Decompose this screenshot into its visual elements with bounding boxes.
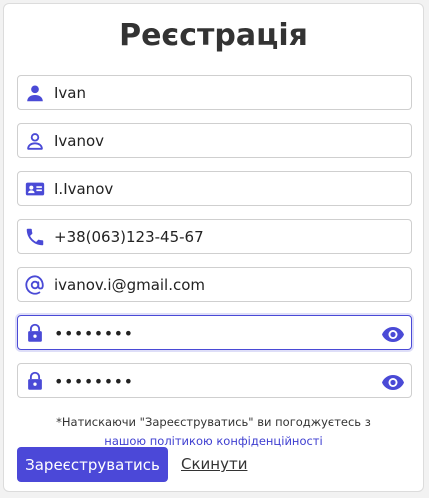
- person-outline-icon: [24, 130, 46, 152]
- confirm-password-value[interactable]: ••••••••: [54, 364, 134, 399]
- privacy-notice: *Натискаючи "Зареєструватись" ви погоджу…: [4, 413, 423, 451]
- eye-icon[interactable]: [381, 370, 405, 394]
- email-field[interactable]: ivanov.i@gmail.com: [17, 267, 412, 302]
- phone-field[interactable]: +38(063)123-45-67: [17, 219, 412, 254]
- privacy-policy-link[interactable]: нашою політикою конфіденційності: [104, 434, 322, 448]
- first-name-field[interactable]: Ivan: [17, 75, 412, 110]
- email-value[interactable]: ivanov.i@gmail.com: [54, 268, 205, 303]
- lock-icon: [24, 370, 46, 392]
- phone-value[interactable]: +38(063)123-45-67: [54, 220, 204, 255]
- at-icon: [24, 274, 46, 296]
- username-field[interactable]: I.Ivanov: [17, 171, 412, 206]
- lock-icon: [24, 322, 46, 344]
- reset-link[interactable]: Скинути: [181, 447, 247, 482]
- username-value[interactable]: I.Ivanov: [54, 172, 113, 207]
- password-field[interactable]: ••••••••: [17, 315, 412, 350]
- privacy-notice-text: *Натискаючи "Зареєструватись" ви погоджу…: [56, 415, 371, 429]
- last-name-field[interactable]: Ivanov: [17, 123, 412, 158]
- form-title: Реєстрація: [119, 18, 308, 53]
- person-icon: [24, 82, 46, 104]
- register-button[interactable]: Зареєструватись: [17, 447, 168, 482]
- confirm-password-field[interactable]: ••••••••: [17, 363, 412, 398]
- first-name-value[interactable]: Ivan: [54, 76, 86, 111]
- last-name-value[interactable]: Ivanov: [54, 124, 104, 159]
- badge-icon: [24, 178, 46, 200]
- phone-icon: [24, 226, 46, 248]
- eye-icon[interactable]: [381, 322, 405, 346]
- registration-card: Реєстрація Ivan Ivanov I.Ivanov +38(063)…: [3, 3, 424, 492]
- password-value[interactable]: ••••••••: [54, 316, 134, 351]
